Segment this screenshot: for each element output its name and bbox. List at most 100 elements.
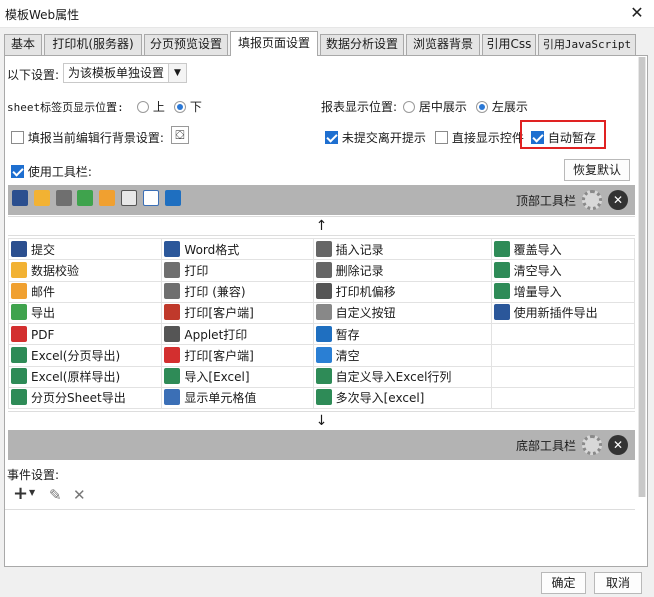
print-icon[interactable] — [55, 190, 72, 206]
gear-icon[interactable] — [582, 190, 602, 210]
toolbar-button-option[interactable]: 导入[Excel] — [161, 365, 314, 388]
save-icon[interactable] — [12, 190, 28, 206]
toolbar-button-option[interactable]: 自定义按钮 — [312, 301, 492, 325]
excel-icon — [11, 368, 27, 385]
toolbar-button-option[interactable]: 自定义导入Excel行列 — [312, 365, 492, 388]
toolbar-button-option[interactable]: 数据校验 — [7, 259, 163, 282]
use-toolbar-option[interactable]: 使用工具栏: — [11, 163, 92, 180]
data-check-icon[interactable] — [33, 190, 50, 206]
sheet-pos-top-option[interactable]: 上 — [137, 98, 165, 115]
toolbar-button-label: 多次导入[excel] — [335, 391, 425, 406]
unsubmitted-checkbox[interactable] — [325, 131, 338, 144]
tab-ref-css[interactable]: 引用Css — [482, 34, 536, 55]
edit-icon[interactable]: ✎ — [49, 486, 62, 504]
direct-show-option[interactable]: 直接显示控件 — [435, 129, 524, 146]
toolbar-button-label: Word格式 — [184, 242, 240, 257]
toolbar-button-option[interactable]: 打印[客户端] — [161, 344, 314, 367]
grid-row: 提交 Word格式 插入记录 覆盖导入 — [7, 237, 636, 261]
toolbar-button-option[interactable]: 打印 — [161, 259, 314, 282]
add-icon[interactable]: + — [13, 483, 28, 504]
autosave-checkbox[interactable] — [531, 131, 544, 144]
restore-default-button[interactable]: 恢复默认 — [564, 159, 630, 181]
close-circle-icon[interactable]: ✕ — [608, 190, 628, 210]
use-toolbar-checkbox[interactable] — [11, 165, 24, 178]
scrollbar[interactable] — [638, 57, 646, 497]
toolbar-button-option[interactable]: 邮件 — [7, 280, 163, 303]
radio-bottom[interactable] — [174, 101, 186, 113]
applet-icon — [164, 325, 181, 342]
tab-printer-server[interactable]: 打印机(服务器) — [44, 34, 142, 55]
excel-icon — [493, 240, 510, 257]
radio-left[interactable] — [476, 101, 488, 113]
toolbar-button-option[interactable]: 暂存 — [312, 322, 492, 346]
export-icon[interactable] — [77, 190, 94, 206]
pdf-icon — [164, 346, 181, 363]
fill-bg-option[interactable]: 填报当前编辑行背景设置: — [11, 129, 164, 146]
unsubmitted-option[interactable]: 未提交离开提示 — [325, 129, 426, 146]
chevron-down-icon[interactable]: ▼ — [29, 488, 35, 497]
tab-basic[interactable]: 基本 — [4, 34, 42, 55]
direct-show-checkbox[interactable] — [435, 131, 448, 144]
toolbar-button-option[interactable]: Excel(原样导出) — [7, 365, 163, 388]
fill-bg-checkbox[interactable] — [11, 131, 24, 144]
tab-fill-page[interactable]: 填报页面设置 — [230, 31, 318, 56]
radio-center[interactable] — [403, 101, 415, 113]
events-label: 事件设置: — [7, 468, 60, 482]
tab-page-preview[interactable]: 分页预览设置 — [144, 34, 228, 55]
move-down-arrow[interactable]: ↓ — [8, 411, 635, 431]
close-icon[interactable]: ✕ — [628, 3, 646, 23]
toolbar-button-option[interactable]: 覆盖导入 — [490, 237, 636, 261]
toolbar-button-option[interactable]: Applet打印 — [161, 322, 314, 346]
show-cell-icon[interactable] — [142, 190, 159, 206]
tab-data-analysis[interactable]: 数据分析设置 — [320, 34, 404, 55]
toolbar-button-option[interactable]: 提交 — [7, 237, 163, 261]
events-list[interactable] — [5, 509, 635, 566]
toolbar-button-option[interactable]: 打印 (兼容) — [161, 280, 314, 303]
toolbar-button-label: 插入记录 — [335, 242, 384, 257]
tab-browser-bg[interactable]: 浏览器背景 — [406, 34, 480, 55]
toolbar-button-option[interactable]: 删除记录 — [312, 259, 492, 282]
toolbar-button-label: Excel(分页导出) — [31, 348, 121, 363]
tab-ref-js[interactable]: 引用JavaScript — [538, 34, 636, 55]
delete-icon[interactable]: ✕ — [73, 486, 86, 504]
toolbar-button-label: 数据校验 — [31, 263, 80, 278]
insert-record-icon[interactable] — [121, 190, 138, 206]
autosave-option[interactable]: 自动暂存 — [531, 129, 596, 146]
scope-select[interactable]: 为该模板单独设置 ▼ — [63, 63, 187, 83]
paint-bucket-icon[interactable]: ⛋ — [171, 126, 189, 144]
toolbar-button-option[interactable]: 导出 — [7, 301, 163, 325]
toolbar-button-option[interactable]: 清空导入 — [490, 259, 636, 282]
move-up-arrow[interactable]: ↑ — [8, 216, 635, 236]
autosave-icon[interactable] — [164, 190, 181, 206]
report-pos-left-option[interactable]: 左展示 — [476, 98, 528, 115]
toolbar-button-option[interactable]: 显示单元格值 — [161, 386, 314, 410]
toolbar-button-option[interactable]: PDF — [7, 322, 163, 346]
toolbar-button-option[interactable]: 增量导入 — [490, 280, 636, 303]
toolbar-button-label: 打印机偏移 — [335, 285, 396, 300]
toolbar-button-option[interactable]: Word格式 — [161, 237, 314, 261]
report-pos-center-option[interactable]: 居中展示 — [403, 98, 467, 115]
grid-row: Excel(原样导出) 导入[Excel] 自定义导入Excel行列 — [7, 365, 636, 388]
toolbar-button-option[interactable]: 分页分Sheet导出 — [7, 386, 163, 410]
gear-icon[interactable] — [582, 435, 602, 455]
toolbar-button-option[interactable]: 清空 — [312, 344, 492, 367]
toolbar-button-option[interactable]: 使用新插件导出 — [490, 301, 636, 325]
ok-button[interactable]: 确定 — [541, 572, 586, 594]
toolbar-button-label: 邮件 — [31, 285, 56, 300]
toolbar-button-label: 覆盖导入 — [513, 242, 562, 257]
toolbar-button-label: PDF — [31, 328, 55, 343]
toolbar-button-option[interactable]: 多次导入[excel] — [312, 386, 492, 410]
fill-page-panel: 以下设置: 为该模板单独设置 ▼ sheet标签页显示位置: 上 下 报表显示位… — [4, 55, 648, 567]
toolbar-button-option[interactable]: 打印[客户端] — [161, 301, 314, 325]
toolbar-button-label: 增量导入 — [513, 285, 562, 300]
toolbar-button-option[interactable]: 打印机偏移 — [312, 280, 492, 303]
cancel-button[interactable]: 取消 — [594, 572, 642, 594]
scrollbar-thumb[interactable] — [639, 57, 645, 497]
report-pos-label: 报表显示位置: — [321, 100, 398, 114]
radio-top[interactable] — [137, 101, 149, 113]
email-icon[interactable] — [99, 190, 116, 206]
toolbar-button-option[interactable]: Excel(分页导出) — [7, 344, 163, 367]
toolbar-button-option[interactable]: 插入记录 — [312, 237, 492, 261]
sheet-pos-bottom-option[interactable]: 下 — [174, 98, 202, 115]
close-circle-icon[interactable]: ✕ — [608, 435, 628, 455]
